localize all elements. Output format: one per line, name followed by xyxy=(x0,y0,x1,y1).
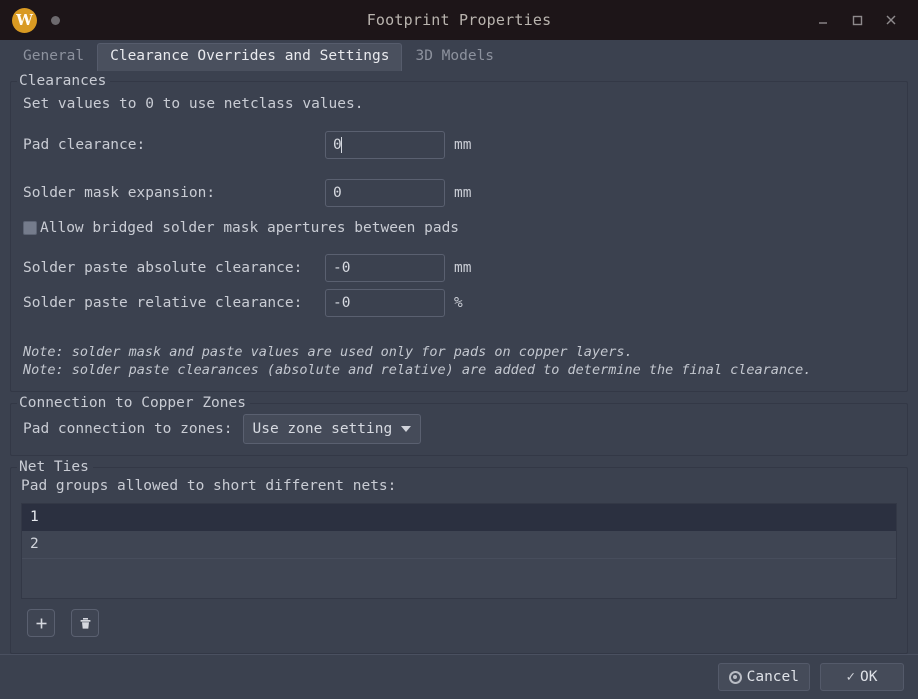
title-bar: W Footprint Properties xyxy=(0,0,918,40)
clearances-group: Clearances Set values to 0 to use netcla… xyxy=(10,73,908,392)
list-item[interactable]: 2 xyxy=(22,531,896,558)
tab-clearance-overrides-and-settings[interactable]: Clearance Overrides and Settings xyxy=(97,43,403,71)
solder-mask-expansion-row: Solder mask expansion: mm xyxy=(23,179,895,207)
minimize-icon[interactable] xyxy=(806,5,840,35)
ok-button[interactable]: ✓ OK xyxy=(820,663,904,691)
pad-connection-label: Pad connection to zones: xyxy=(23,421,233,437)
title-bar-left: W xyxy=(0,7,60,33)
pad-clearance-row: Pad clearance: mm xyxy=(23,131,895,159)
pad-clearance-field-wrap xyxy=(325,131,445,159)
window-title: Footprint Properties xyxy=(366,11,552,29)
list-item[interactable]: 1 xyxy=(22,504,896,531)
window-status-dot-icon xyxy=(51,15,60,25)
tab-content-clearance: Clearances Set values to 0 to use netcla… xyxy=(0,70,918,654)
pad-connection-selected-value: Use zone setting xyxy=(252,421,393,437)
note-paste-sum: Note: solder paste clearances (absolute … xyxy=(23,362,812,378)
tab-3d-models[interactable]: 3D Models xyxy=(402,43,507,71)
dialog-footer: Cancel ✓ OK xyxy=(0,654,918,699)
footprint-properties-dialog: W Footprint Properties General Clearance… xyxy=(0,0,918,699)
list-empty-row xyxy=(22,558,896,585)
cancel-button-label: Cancel xyxy=(746,669,799,685)
solder-paste-relative-units: % xyxy=(454,295,463,311)
solder-mask-expansion-input[interactable] xyxy=(325,179,445,207)
check-icon: ✓ xyxy=(846,669,855,685)
tab-general[interactable]: General xyxy=(10,43,97,71)
solder-paste-absolute-label: Solder paste absolute clearance: xyxy=(23,260,303,276)
trash-icon[interactable] xyxy=(71,609,99,637)
solder-paste-absolute-input[interactable] xyxy=(325,254,445,282)
ok-button-label: OK xyxy=(859,669,878,685)
solder-paste-relative-row: Solder paste relative clearance: % xyxy=(23,289,895,317)
net-ties-hint: Pad groups allowed to short different ne… xyxy=(21,478,397,494)
chevron-down-icon xyxy=(401,426,412,432)
solder-paste-absolute-units: mm xyxy=(454,260,472,276)
solder-paste-relative-label: Solder paste relative clearance: xyxy=(23,295,303,311)
solder-mask-expansion-units: mm xyxy=(454,185,472,201)
stop-icon xyxy=(728,670,742,684)
tab-bar: General Clearance Overrides and Settings… xyxy=(0,40,918,71)
clearances-hint: Set values to 0 to use netclass values. xyxy=(23,96,364,112)
net-ties-group-legend: Net Ties xyxy=(17,459,93,476)
allow-bridged-apertures-label: Allow bridged solder mask apertures betw… xyxy=(40,220,460,236)
copper-zones-group: Connection to Copper Zones Pad connectio… xyxy=(10,395,908,456)
maximize-icon[interactable] xyxy=(840,5,874,35)
pad-clearance-input[interactable] xyxy=(325,131,445,159)
net-ties-list[interactable]: 1 2 xyxy=(21,503,897,599)
solder-mask-expansion-label: Solder mask expansion: xyxy=(23,185,216,201)
clearances-group-body: Set values to 0 to use netclass values. … xyxy=(11,82,907,391)
app-logo-icon: W xyxy=(12,7,37,33)
allow-bridged-apertures-checkbox[interactable] xyxy=(23,221,37,235)
text-cursor xyxy=(341,137,342,153)
pad-clearance-units: mm xyxy=(454,137,472,153)
copper-zones-group-legend: Connection to Copper Zones xyxy=(17,395,250,412)
solder-paste-absolute-row: Solder paste absolute clearance: mm xyxy=(23,254,895,282)
pad-clearance-label: Pad clearance: xyxy=(23,137,146,153)
net-ties-toolbar xyxy=(21,599,897,645)
solder-paste-relative-input[interactable] xyxy=(325,289,445,317)
pad-connection-row: Pad connection to zones: Use zone settin… xyxy=(23,414,895,444)
allow-bridged-apertures-row[interactable]: Allow bridged solder mask apertures betw… xyxy=(23,220,895,236)
net-ties-group-body: Pad groups allowed to short different ne… xyxy=(11,468,907,653)
clearances-group-legend: Clearances xyxy=(17,73,111,90)
net-ties-group: Net Ties Pad groups allowed to short dif… xyxy=(10,459,908,654)
pad-connection-dropdown[interactable]: Use zone setting xyxy=(242,414,422,444)
add-icon[interactable] xyxy=(27,609,55,637)
note-mask-paste: Note: solder mask and paste values are u… xyxy=(23,344,633,360)
window-controls xyxy=(806,5,918,35)
cancel-button[interactable]: Cancel xyxy=(717,663,810,691)
close-icon[interactable] xyxy=(874,5,908,35)
